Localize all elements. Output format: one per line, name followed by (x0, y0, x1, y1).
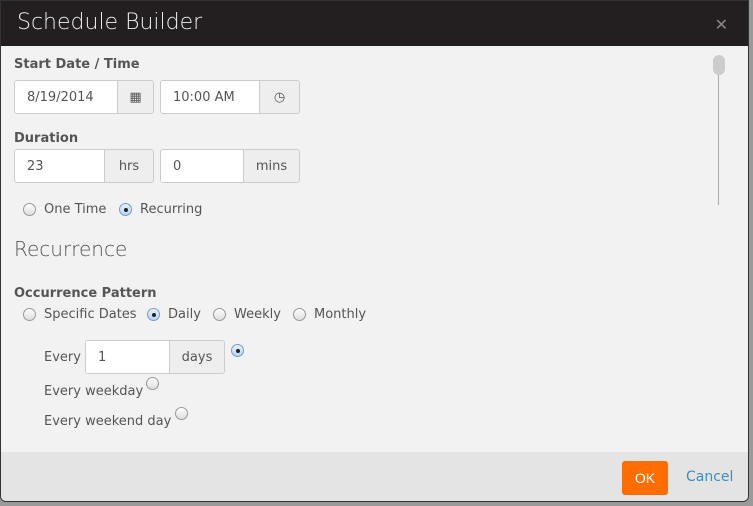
date-input[interactable] (15, 81, 117, 113)
radio-label: Daily (168, 307, 201, 322)
radio-circle (293, 308, 306, 321)
radio-daily[interactable]: Daily (147, 307, 201, 322)
radio-label: One Time (44, 202, 107, 217)
every-days-input[interactable] (86, 341, 169, 373)
date-picker: ▦ (14, 80, 154, 114)
radio-circle (231, 344, 244, 357)
hours-input[interactable] (15, 150, 104, 182)
duration-label: Duration (14, 131, 79, 146)
every-days-field: days (85, 340, 225, 374)
radio-every-weekday[interactable] (146, 377, 167, 390)
radio-circle (146, 377, 159, 390)
radio-circle (119, 203, 132, 216)
radio-label: Specific Dates (44, 307, 137, 322)
radio-every-n-days[interactable] (231, 344, 252, 357)
radio-circle (213, 308, 226, 321)
minutes-input[interactable] (161, 150, 243, 182)
calendar-icon[interactable]: ▦ (117, 81, 153, 113)
days-unit: days (169, 341, 224, 373)
radio-specific-dates[interactable]: Specific Dates (23, 307, 137, 322)
minutes-unit: mins (243, 150, 299, 182)
scrollbar-track[interactable] (718, 61, 719, 205)
radio-every-weekend-day[interactable] (175, 407, 196, 420)
minutes-field: mins (160, 149, 300, 183)
radio-weekly[interactable]: Weekly (213, 307, 281, 322)
every-weekend-day-label: Every weekend day (44, 414, 172, 429)
cancel-link[interactable]: Cancel (686, 469, 733, 485)
radio-recurring[interactable]: Recurring (119, 202, 202, 217)
dialog-title: Schedule Builder (17, 10, 203, 35)
radio-one-time[interactable]: One Time (23, 202, 106, 217)
time-picker: ◷ (160, 80, 300, 114)
ok-button[interactable]: OK (622, 461, 668, 495)
radio-monthly[interactable]: Monthly (293, 307, 366, 322)
start-date-label: Start Date / Time (14, 57, 140, 72)
every-label: Every (44, 350, 81, 365)
radio-circle (23, 203, 36, 216)
time-input[interactable] (161, 81, 259, 113)
radio-circle (147, 308, 160, 321)
schedule-builder-dialog: Schedule Builder ✕ Start Date / Time ▦ ◷… (0, 0, 749, 502)
hours-unit: hrs (104, 150, 153, 182)
close-icon[interactable]: ✕ (715, 15, 728, 34)
recurrence-heading: Recurrence (14, 237, 128, 261)
clock-icon[interactable]: ◷ (259, 81, 299, 113)
radio-label: Recurring (140, 202, 203, 217)
occurrence-pattern-label: Occurrence Pattern (14, 286, 157, 301)
scrollbar-thumb[interactable] (713, 55, 725, 75)
every-weekday-label: Every weekday (44, 384, 144, 399)
hours-field: hrs (14, 149, 154, 183)
radio-label: Monthly (314, 307, 367, 322)
radio-circle (175, 407, 188, 420)
radio-circle (23, 308, 36, 321)
dialog-header: Schedule Builder ✕ (1, 1, 748, 46)
radio-label: Weekly (234, 307, 281, 322)
